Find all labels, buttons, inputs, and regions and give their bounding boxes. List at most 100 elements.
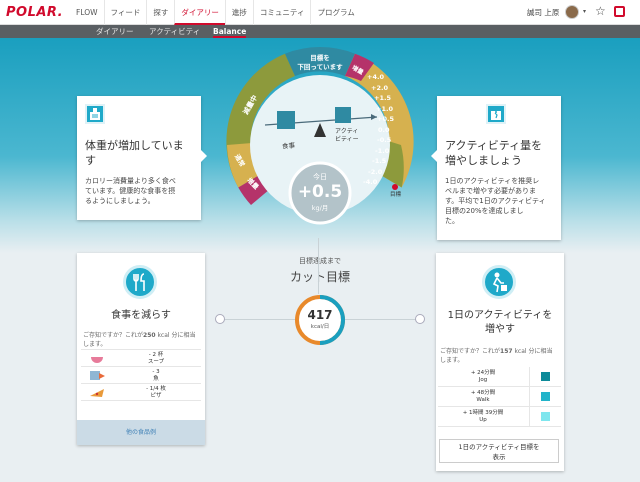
center-line-right (344, 319, 420, 320)
walk-swatch (541, 392, 550, 401)
center-line-left (220, 319, 296, 320)
food-amount: - 2 杯 (148, 352, 164, 358)
food-didyouknow-post: kcal 分に相当 (155, 332, 196, 339)
food-scale-icon (85, 104, 105, 124)
food-amount: - 1/4 枚 (146, 386, 166, 392)
food-value: - 3 魚 (111, 369, 201, 383)
food-value: - 2 杯 スープ (111, 352, 201, 366)
today-label: 今日 (313, 173, 327, 181)
food-value: - 1/4 枚 ピザ (111, 386, 201, 400)
gauge-scale-tick: -2.0 (368, 167, 383, 176)
tab-balance[interactable]: Balance (213, 25, 247, 38)
view-activity-goal-line1: 1日のアクティビティ目標を (458, 443, 540, 451)
increase-activity-title: アクティビティ量を 増やしましょう (445, 138, 557, 168)
right-node (415, 314, 425, 324)
today-readout: 今日 +0.5 kg/月 (290, 172, 350, 212)
gauge-scale-tick: -4.0 (363, 178, 378, 186)
sub-navigation-bar: ダイアリー アクティビティ Balance (0, 25, 640, 38)
increase-activity-title-line2: 増やしましょう (445, 154, 522, 167)
gauge-scale-tick: -0.5 (377, 136, 392, 144)
nav-item-program[interactable]: プログラム (310, 0, 360, 25)
activity-row: + 48分間 Walk (438, 387, 561, 407)
view-activity-goal-button[interactable]: 1日のアクティビティ目標を 表示 (439, 439, 559, 463)
activity-didyouknow-pre: ご存知ですか？これが (440, 348, 501, 355)
increase-activity-body-line: た。 (445, 217, 459, 225)
up-swatch (541, 412, 550, 421)
weight-gain-title-line2: す (85, 154, 96, 167)
nav-item-explore[interactable]: 探す (146, 0, 174, 25)
gauge-scale: +4.0 +2.0 +1.5 +1.0 +0.5 0.0 -0.5 -1.0 -… (363, 72, 394, 188)
chevron-down-icon[interactable]: ▾ (583, 8, 586, 15)
star-icon[interactable]: ☆ (595, 4, 606, 18)
sync-icon[interactable] (614, 6, 625, 17)
weight-gain-body-line: ています。健康的な食事を摂 (85, 187, 176, 195)
activity-table: + 24分間 Jog + 48分間 Walk + 1時間 39分間 Up (438, 367, 561, 427)
weight-gain-body-line: カロリー消費量より多く食べ (85, 177, 176, 185)
gauge-goal-label: 目標 (390, 192, 402, 198)
gauge-scale-tick: 0.0 (378, 125, 390, 134)
activity-title-line2: 増やす (485, 324, 515, 335)
food-name: 魚 (153, 376, 159, 382)
gauge-scale-tick: +1.5 (374, 94, 391, 102)
increase-activity-body: 1日のアクティビティを推奨レ ベルまで増やす必要がありま す。平均で1日のアクテ… (445, 176, 557, 226)
food-name: スープ (147, 359, 165, 365)
kcal-unit: kcal/日 (310, 324, 330, 330)
food-didyouknow: ご存知ですか？これが250 kcal 分に相当 します。 (83, 331, 201, 349)
nav-item-flow[interactable]: FLOW (70, 0, 104, 25)
activity-weight-icon (335, 107, 351, 123)
food-didyouknow-kcal: 250 (143, 332, 156, 339)
soup-icon (87, 353, 113, 364)
today-value: +0.5 (297, 182, 343, 202)
gauge-scale-tick: +2.0 (371, 83, 388, 92)
reduce-food-card: 食事を減らす ご存知ですか？これが250 kcal 分に相当 します。 - 2 … (77, 253, 205, 445)
increase-activity-title-line1: アクティビティ量を (445, 139, 543, 152)
view-activity-goal-line2: 表示 (492, 453, 506, 461)
tab-diary[interactable]: ダイアリー (96, 25, 134, 38)
activity-duration: + 48分間 (470, 390, 496, 396)
food-didyouknow-pre: ご存知ですか？これが (83, 332, 144, 339)
increase-activity-body-line: 目標の20%を達成しまし (445, 207, 524, 215)
person-activity-icon (482, 265, 516, 299)
center-connector (318, 238, 319, 294)
food-weight-icon (277, 111, 295, 129)
gauge-scale-tick: +4.0 (367, 73, 384, 81)
user-name[interactable]: 誠司 上原 (527, 0, 559, 25)
food-amount: - 3 (152, 369, 160, 375)
increase-activity-body-line: 1日のアクティビティを推奨レ (445, 177, 540, 185)
activity-swatch-cell (529, 367, 561, 386)
activity-didyouknow: ご存知ですか？これが157 kcal 分に相当 します。 (440, 347, 562, 365)
top-navigation-bar: POLAR. FLOW フィード 探す ダイアリー 進捗 コミュニティ プログラ… (0, 0, 640, 25)
left-node (215, 314, 225, 324)
gauge-top-label: 目標を 下回っています (290, 54, 350, 72)
weight-gain-body-line: るようにしましょう。 (85, 197, 155, 205)
avatar[interactable] (565, 5, 579, 19)
more-food-examples-link[interactable]: 他の食品例 (77, 420, 205, 445)
activity-level: Jog (478, 377, 488, 383)
nav-item-progress[interactable]: 進捗 (224, 0, 253, 25)
polar-logo[interactable]: POLAR. (6, 5, 63, 20)
gauge-top-label-line2: 下回っています (297, 63, 343, 71)
activity-swatch-cell (529, 387, 561, 406)
weight-gain-title-line1: 体重が増加していま (85, 139, 184, 152)
increase-activity-body-line: す。平均で1日のアクティビティ (445, 197, 546, 205)
goal-subtitle: 目標達成まで (299, 257, 341, 265)
fork-knife-icon (123, 265, 157, 299)
activity-value: + 24分間 Jog (438, 370, 528, 384)
tab-activity[interactable]: アクティビティ (149, 25, 200, 38)
food-table: - 2 杯 スープ - 3 魚 - 1/4 枚 ピザ (81, 349, 201, 401)
activity-value: + 48分間 Walk (438, 390, 528, 404)
activity-didyouknow-post: kcal 分に相当 (512, 348, 553, 355)
nav-item-diary[interactable]: ダイアリー (174, 0, 225, 25)
food-didyouknow-line2: します。 (83, 341, 107, 348)
activity-didyouknow-kcal: 157 (500, 348, 513, 355)
gauge-scale-tick: +0.5 (377, 115, 394, 123)
pizza-icon (87, 387, 113, 398)
activity-level: Up (479, 417, 487, 423)
kcal-value: 417 (307, 308, 333, 322)
increase-activity-card: アクティビティ量を 増やしましょう 1日のアクティビティを推奨レ ベルまで増やす… (437, 96, 561, 240)
nav-item-feed[interactable]: フィード (103, 0, 147, 25)
food-row: - 2 杯 スープ (81, 350, 201, 367)
weight-gain-card: 体重が増加していま す カロリー消費量より多く食べ ています。健康的な食事を摂 … (77, 96, 201, 220)
activity-swatch-cell (529, 407, 561, 426)
nav-item-community[interactable]: コミュニティ (252, 0, 311, 25)
